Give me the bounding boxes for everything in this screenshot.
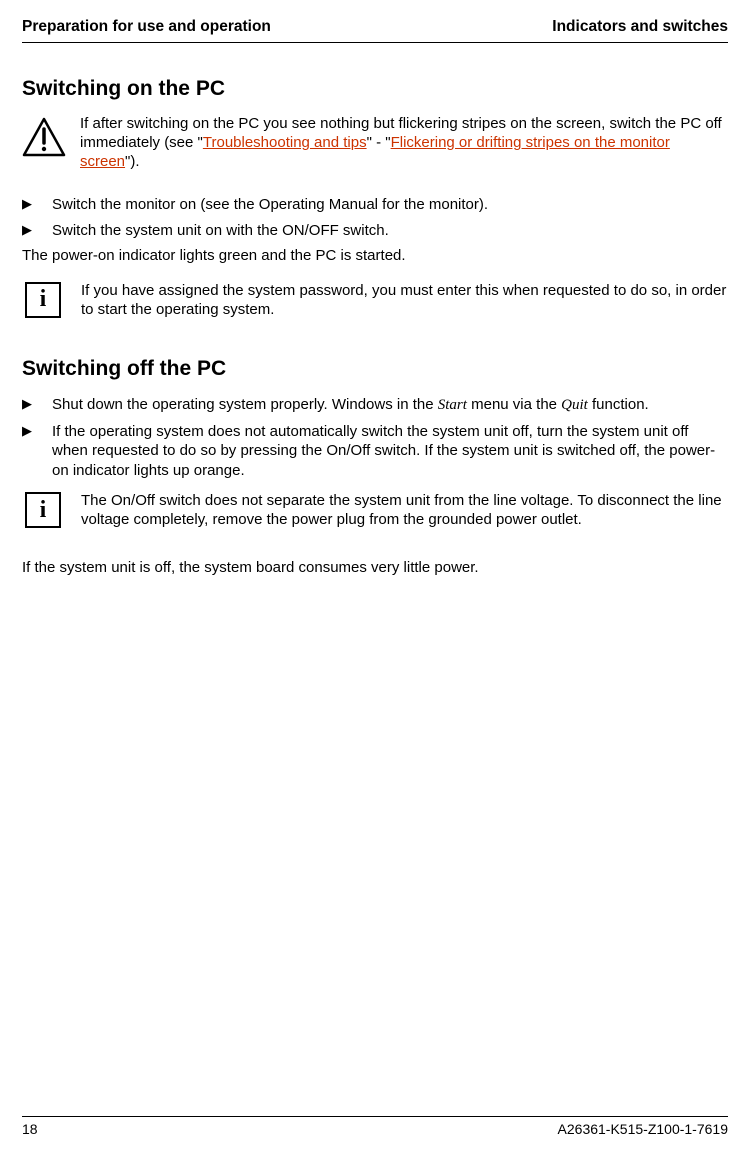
document-number: A26361-K515-Z100-1-7619 (558, 1121, 728, 1137)
page-footer: 18 A26361-K515-Z100-1-7619 (22, 1116, 728, 1137)
header-right: Indicators and switches (552, 18, 728, 36)
section-heading-switch-on: Switching on the PC (22, 77, 728, 101)
section-heading-switch-off: Switching off the PC (22, 357, 728, 381)
triangle-bullet-icon: ▶ (22, 195, 52, 213)
triangle-bullet-icon: ▶ (22, 221, 52, 239)
triangle-bullet-icon: ▶ (22, 422, 52, 440)
info-icon: i (25, 492, 61, 528)
info-text: The On/Off switch does not separate the … (81, 492, 728, 530)
link-troubleshooting[interactable]: Troubleshooting and tips (203, 134, 367, 151)
italic-quit: Quit (561, 397, 588, 413)
page-number: 18 (22, 1121, 38, 1137)
info-text: If you have assigned the system password… (81, 282, 728, 320)
warning-icon (22, 115, 66, 157)
warning-text: If after switching on the PC you see not… (80, 115, 728, 171)
italic-start: Start (438, 397, 467, 413)
list-item: ▶ Switch the system unit on with the ON/… (22, 221, 728, 241)
info-block: i If you have assigned the system passwo… (22, 282, 728, 320)
body-paragraph: The power-on indicator lights green and … (22, 246, 728, 266)
info-icon: i (25, 282, 61, 318)
bullet-list-on: ▶ Switch the monitor on (see the Operati… (22, 195, 728, 240)
list-item: ▶ Switch the monitor on (see the Operati… (22, 195, 728, 215)
list-item: ▶ If the operating system does not autom… (22, 422, 728, 481)
info-block: i The On/Off switch does not separate th… (22, 492, 728, 530)
page-header: Preparation for use and operation Indica… (22, 18, 728, 43)
warning-block: If after switching on the PC you see not… (22, 115, 728, 171)
header-left: Preparation for use and operation (22, 18, 271, 36)
body-paragraph: If the system unit is off, the system bo… (22, 558, 728, 578)
bullet-list-off: ▶ Shut down the operating system properl… (22, 395, 728, 480)
list-item: ▶ Shut down the operating system properl… (22, 395, 728, 416)
triangle-bullet-icon: ▶ (22, 395, 52, 413)
